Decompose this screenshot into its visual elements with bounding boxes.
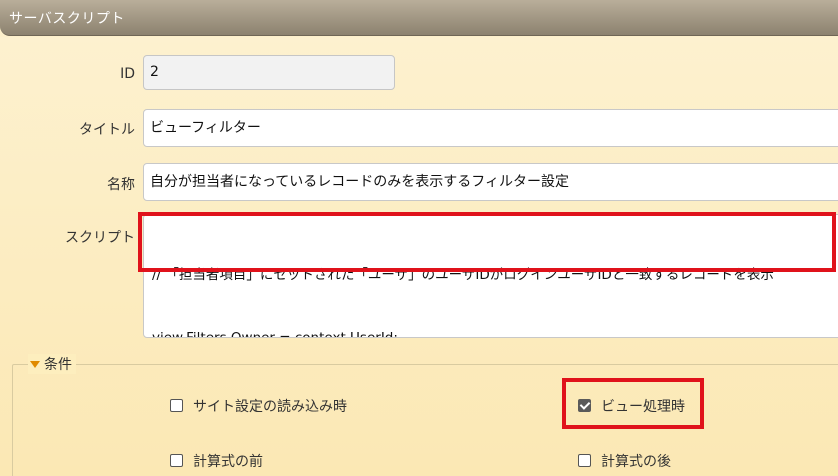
id-field: 2 (143, 55, 395, 90)
condition-before-formula[interactable]: 計算式の前 (170, 451, 263, 471)
condition-view-processing[interactable]: ビュー処理時 (578, 396, 685, 416)
section-title-bar: サーバスクリプト (0, 0, 838, 36)
conditions-legend[interactable]: 条件 (28, 354, 76, 374)
checkbox-icon[interactable] (170, 398, 183, 412)
section-title: サーバスクリプト (9, 11, 125, 27)
condition-site-settings-load[interactable]: サイト設定の読み込み時 (170, 396, 347, 416)
condition-after-formula[interactable]: 計算式の後 (578, 451, 671, 471)
script-line-2: view.Filters.Owner = context.UserId; (152, 330, 398, 338)
script-line-1: // 「担当者項目」にセットされた「ユーザ」のユーザIDがログインユーザIDと一… (152, 267, 774, 283)
conditions-fieldset (12, 364, 838, 476)
condition-label: サイト設定の読み込み時 (193, 399, 347, 415)
title-input[interactable]: ビューフィルター (143, 109, 838, 147)
server-script-page: サーバスクリプト ID 2 タイトル ビューフィルター 名称 自分が担当者になっ… (0, 0, 838, 476)
conditions-legend-label: 条件 (44, 357, 72, 373)
script-label: スクリプト (65, 230, 135, 246)
condition-label: 計算式の後 (601, 454, 671, 470)
expand-triangle-icon[interactable] (30, 360, 40, 368)
condition-label: 計算式の前 (193, 454, 263, 470)
id-label: ID (120, 66, 135, 82)
condition-label: ビュー処理時 (601, 399, 685, 415)
checkbox-icon[interactable] (170, 453, 183, 467)
title-label: タイトル (79, 122, 135, 138)
checkbox-checked-icon[interactable] (578, 398, 591, 412)
name-label: 名称 (107, 177, 135, 193)
script-textarea[interactable]: // 「担当者項目」にセットされた「ユーザ」のユーザIDがログインユーザIDと一… (143, 214, 838, 338)
checkbox-icon[interactable] (578, 453, 591, 467)
name-input[interactable]: 自分が担当者になっているレコードのみを表示するフィルター設定 (143, 163, 838, 201)
